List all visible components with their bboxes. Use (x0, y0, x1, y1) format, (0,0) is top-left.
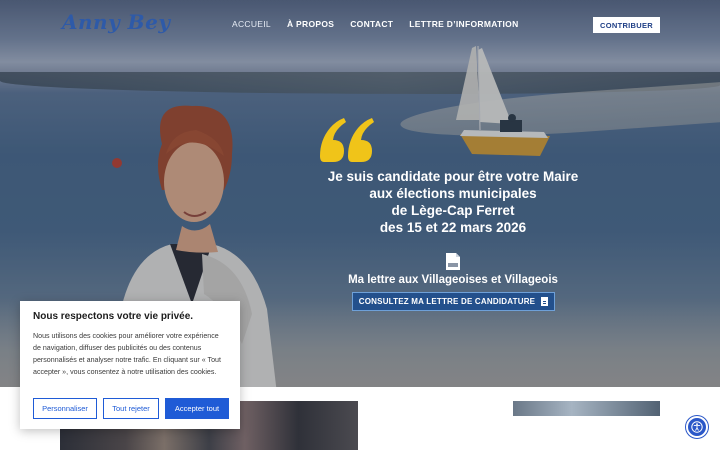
quote-icon (320, 118, 374, 162)
cookie-buttons: Personnaliser Tout rejeter Accepter tout (33, 398, 229, 419)
headline-line: Je suis candidate pour être votre Maire (327, 169, 579, 184)
customize-button[interactable]: Personnaliser (33, 398, 97, 419)
accessibility-icon (691, 421, 703, 433)
nav-a-propos[interactable]: À PROPOS (287, 19, 334, 29)
headline-line: des 15 et 22 mars 2026 (379, 220, 527, 235)
nav-accueil[interactable]: ACCUEIL (232, 19, 271, 29)
main-nav: ACCUEIL À PROPOS CONTACT LETTRE D’INFORM… (232, 19, 519, 29)
nav-contact[interactable]: CONTACT (350, 19, 393, 29)
contribute-button[interactable]: CONTRIBUER (593, 17, 660, 33)
letter-title: Ma lettre aux Villageoises et Villageois (348, 274, 558, 286)
cookie-title: Nous respectons votre vie privée. (33, 311, 194, 322)
site-logo[interactable]: Anny Bey (62, 10, 170, 34)
cookie-description: Nous utilisons des cookies pour améliore… (33, 332, 221, 376)
accept-all-button[interactable]: Accepter tout (165, 398, 229, 419)
site-header: Anny Bey ACCUEIL À PROPOS CONTACT LETTRE… (0, 0, 720, 50)
accessibility-button[interactable] (686, 416, 708, 438)
view-letter-button[interactable]: CONSULTEZ MA LETTRE DE CANDIDATURE (352, 292, 555, 311)
headline-line: aux élections municipales (369, 186, 537, 201)
hero-headline: Je suis candidate pour être votre Maire … (300, 168, 606, 236)
view-letter-label: CONSULTEZ MA LETTRE DE CANDIDATURE (358, 297, 536, 306)
gallery-photo-right[interactable] (513, 401, 660, 416)
nav-newsletter[interactable]: LETTRE D’INFORMATION (409, 19, 518, 29)
cookie-consent-dialog: Nous respectons votre vie privée. Nous u… (20, 301, 240, 429)
pdf-file-icon[interactable] (446, 253, 460, 270)
reject-all-button[interactable]: Tout rejeter (103, 398, 159, 419)
page: Anny Bey ACCUEIL À PROPOS CONTACT LETTRE… (0, 0, 720, 450)
headline-line: de Lège-Cap Ferret (391, 203, 515, 218)
document-icon (541, 297, 549, 306)
